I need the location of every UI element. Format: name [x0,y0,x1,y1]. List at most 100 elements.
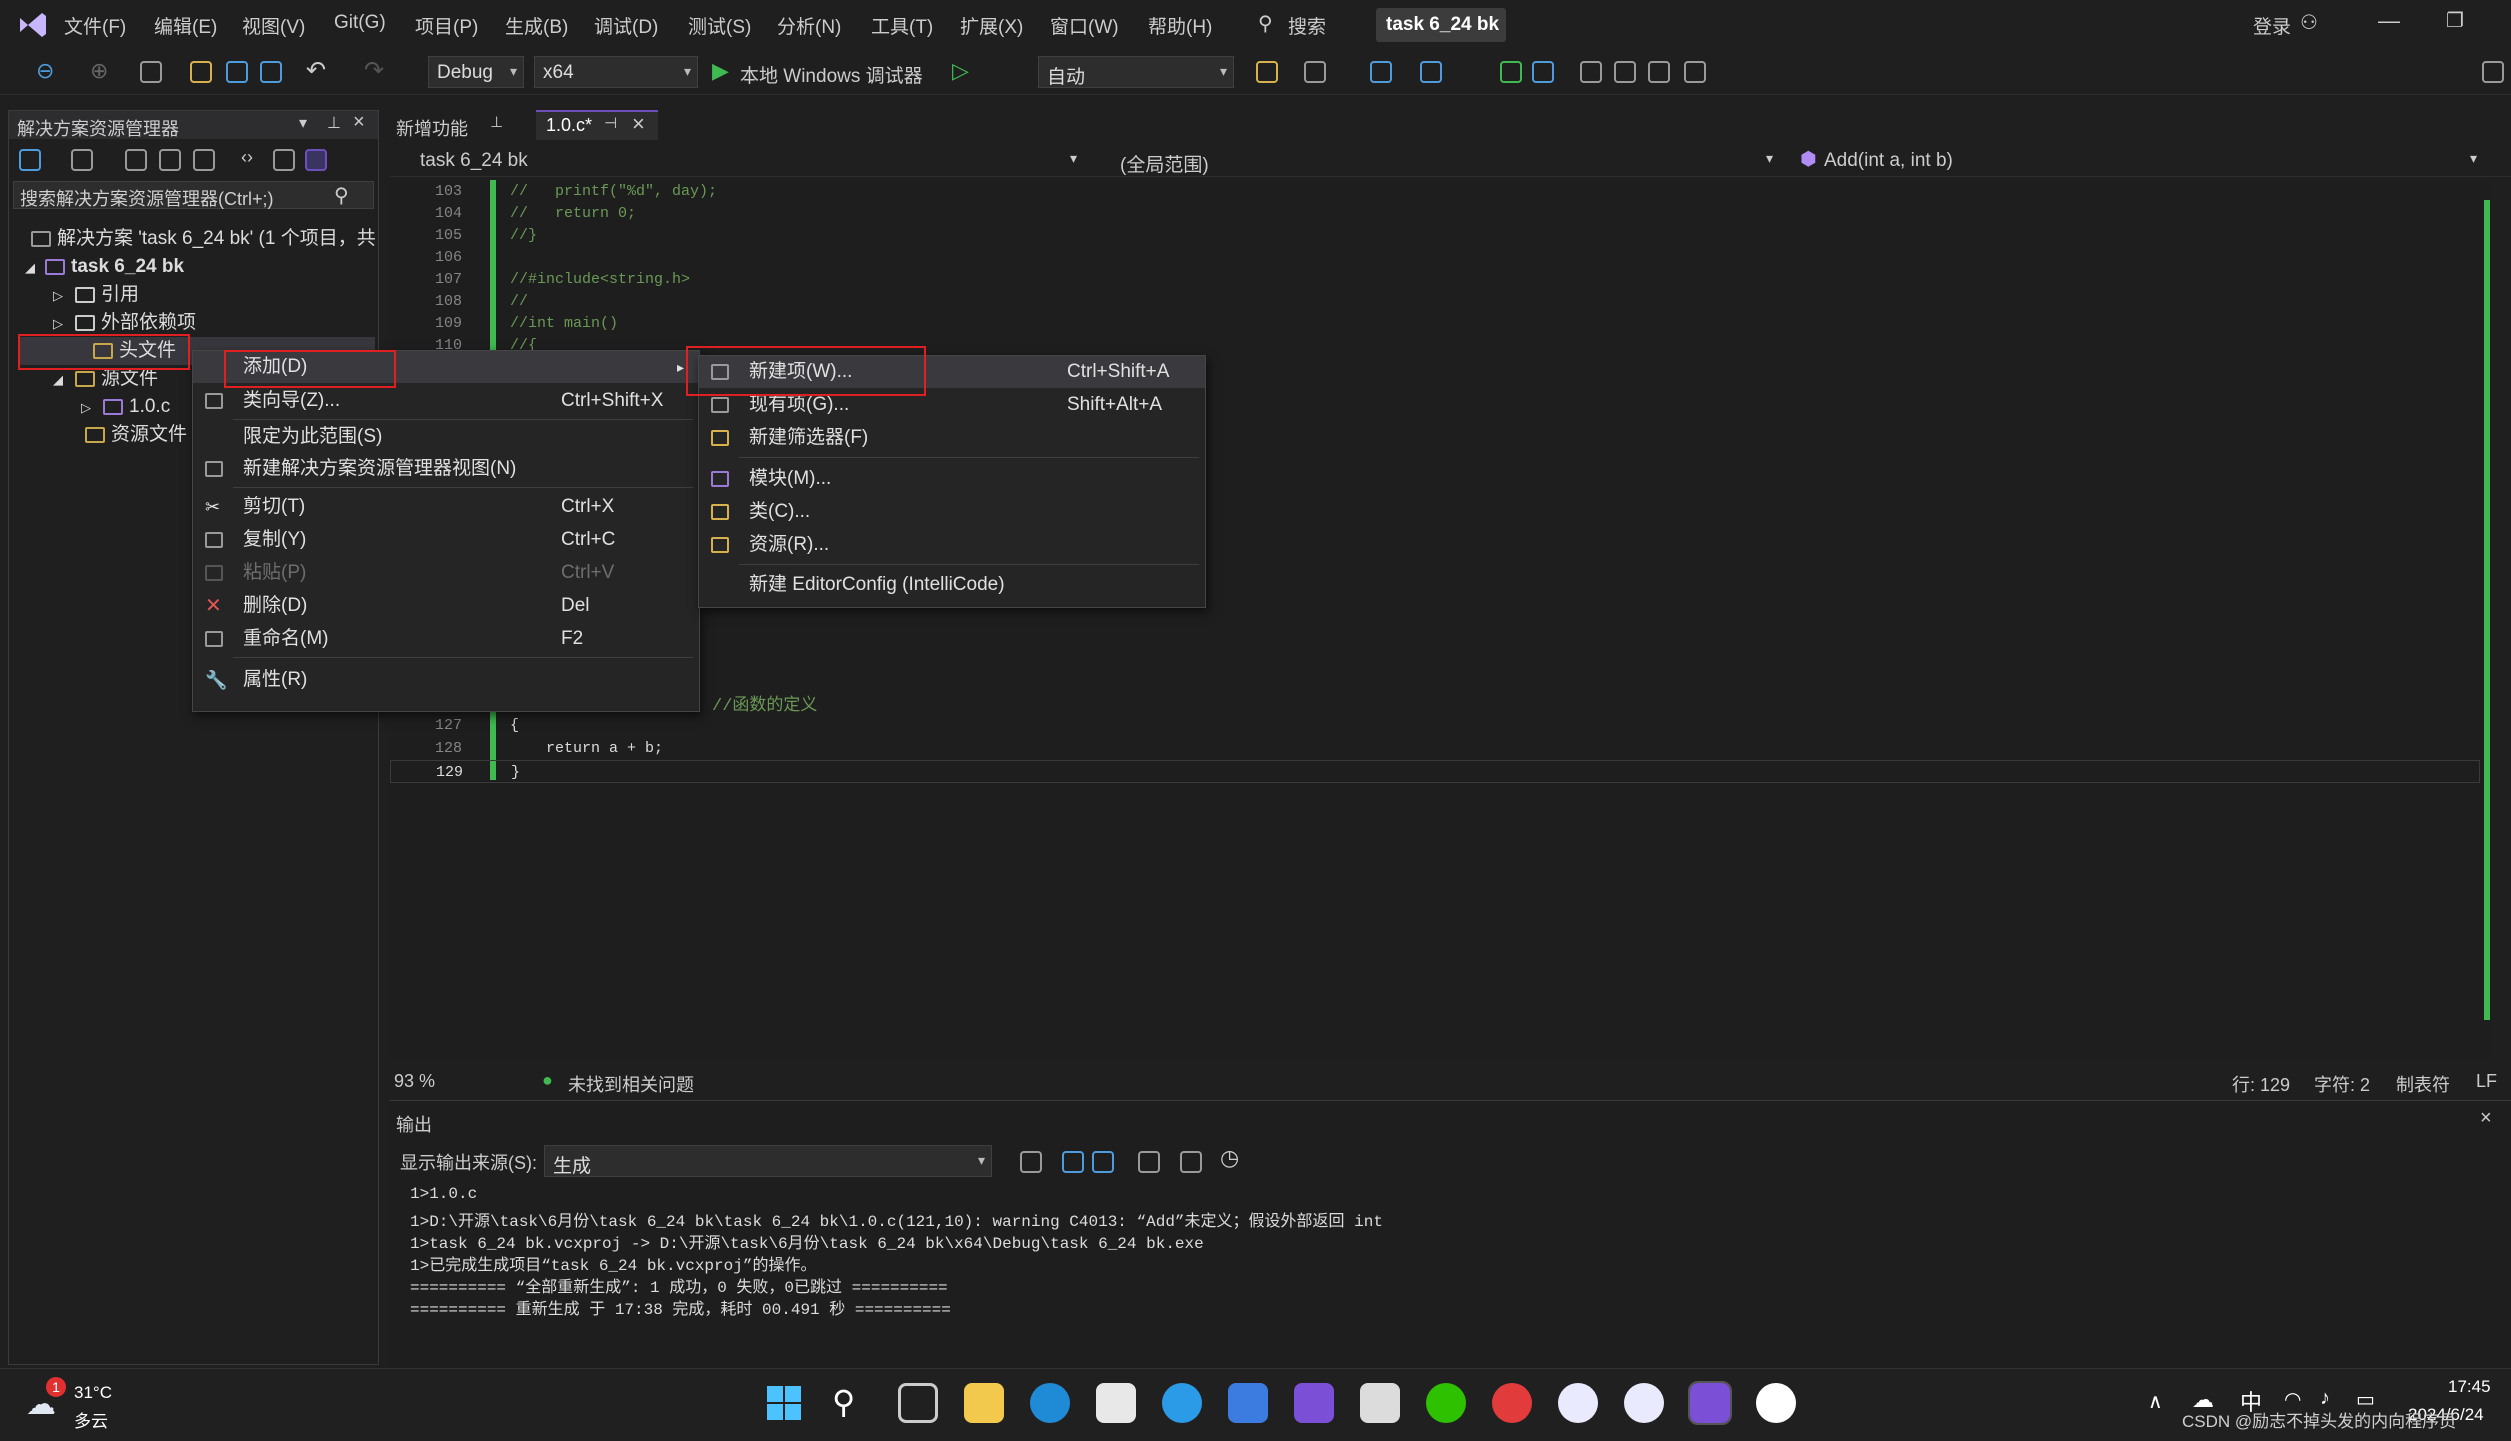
folder-icon[interactable] [1256,61,1278,83]
format-icon[interactable] [1500,61,1522,83]
run-without-debug-icon[interactable]: ▷ [952,58,969,84]
tree-refs-row[interactable]: ▷ 引用 [53,281,139,309]
minimize-icon[interactable]: — [2378,8,2400,34]
collapse-arrow-icon[interactable]: ◢ [53,372,63,387]
menu-item-rename[interactable]: 重命名(M) F2 [193,623,699,655]
next-message-icon[interactable] [1092,1151,1114,1173]
open-folder-icon[interactable] [190,61,212,83]
qq-icon[interactable] [1756,1383,1796,1423]
dropdown-icon[interactable]: ▾ [299,113,307,133]
clock-time[interactable]: 17:45 [2448,1377,2491,1397]
issues-status[interactable]: 未找到相关问题 [568,1071,694,1097]
menu-debug[interactable]: 调试(D) [594,12,658,39]
menu-item-class-wizard[interactable]: 类向导(Z)... Ctrl+Shift+X [193,385,699,417]
preview-icon[interactable] [305,149,327,171]
collapse-icon[interactable] [159,149,181,171]
spell-icon[interactable] [1370,61,1392,83]
clock-icon[interactable]: ◷ [1220,1145,1239,1171]
menu-item-class[interactable]: 类(C)... [699,496,1205,528]
app-icon-a[interactable] [1558,1383,1598,1423]
menu-item-delete[interactable]: ✕ 删除(D) Del [193,590,699,622]
task-view-icon[interactable] [898,1383,938,1423]
comment-icon[interactable] [1532,61,1554,83]
indent-icon[interactable] [1420,61,1442,83]
menu-help[interactable]: 帮助(H) [1148,12,1212,39]
close-icon[interactable]: × [353,111,365,134]
layout-icon[interactable] [1304,61,1326,83]
menu-item-scope[interactable]: 限定为此范围(S) [193,421,699,453]
windows-start-icon[interactable] [764,1383,804,1423]
auto-dropdown[interactable]: 自动 [1038,56,1234,88]
nav-scope-dropdown[interactable]: (全局范围) ▾ [1090,148,1780,176]
visual-studio-active-icon[interactable] [1688,1381,1732,1425]
help-icon[interactable] [1162,1383,1202,1423]
wechat-icon[interactable] [1426,1383,1466,1423]
expand-arrow-icon[interactable]: ▷ [53,316,63,331]
menu-item-new-view[interactable]: 新建解决方案资源管理器视图(N) [193,453,699,485]
config-dropdown[interactable]: Debug [428,56,524,88]
notepad-icon[interactable] [1360,1383,1400,1423]
close-icon[interactable]: × [2480,1107,2492,1130]
close-icon[interactable]: × [632,111,645,137]
menu-item-new-filter[interactable]: 新建筛选器(F) [699,422,1205,454]
menu-test[interactable]: 测试(S) [688,12,751,39]
output-text[interactable]: 1>1.0.c 1>D:\开源\task\6月份\task 6_24 bk\ta… [390,1185,2490,1335]
menu-item-properties[interactable]: 🔧 属性(R) [193,664,699,696]
menu-item-editorconfig[interactable]: 新建 EditorConfig (IntelliCode) [699,569,1205,601]
clear-all-icon[interactable] [1138,1151,1160,1173]
visual-studio-icon[interactable] [1294,1383,1334,1423]
app-icon-b[interactable] [1624,1383,1664,1423]
nav-function-dropdown[interactable]: ⬢ Add(int a, int b) ▾ [1790,148,2480,174]
bookmark-icon[interactable] [1580,61,1602,83]
edge-icon[interactable] [1030,1383,1070,1423]
properties-icon[interactable] [273,149,295,171]
menu-build[interactable]: 生成(B) [505,12,568,39]
tab-file[interactable]: 1.0.c* ⊣ × [536,110,658,140]
nav-project-dropdown[interactable]: task 6_24 bk ▾ [390,148,1080,174]
redo-icon[interactable]: ↷ [364,56,384,85]
line-status[interactable]: 行: 129 [2232,1071,2290,1097]
tree-solution-row[interactable]: 解决方案 'task 6_24 bk' (1 个项目，共 [31,225,376,253]
file-explorer-icon[interactable] [964,1383,1004,1423]
menu-edit[interactable]: 编辑(E) [154,12,217,39]
code-icon[interactable]: ‹› [241,147,253,168]
sync-icon[interactable] [125,149,147,171]
new-project-icon[interactable] [140,61,162,83]
platform-dropdown[interactable]: x64 [534,56,698,88]
search-button[interactable]: ⚲ 搜索 [1258,8,1348,42]
forward-icon[interactable]: ⊕ [90,58,108,84]
menu-analyze[interactable]: 分析(N) [777,12,841,39]
tree-file-row[interactable]: ▷ 1.0.c [81,393,170,421]
solution-search-box[interactable]: 搜索解决方案资源管理器(Ctrl+;) ⚲ [13,181,374,209]
show-all-icon[interactable] [193,149,215,171]
char-status[interactable]: 字符: 2 [2314,1071,2370,1097]
copilot-icon[interactable] [1228,1383,1268,1423]
clear-icon[interactable] [1020,1151,1042,1173]
menu-item-module[interactable]: 模块(M)... [699,463,1205,495]
bookmark-clear-icon[interactable] [1684,61,1706,83]
menu-item-cut[interactable]: ✂ 剪切(T) Ctrl+X [193,491,699,523]
eol-status[interactable]: LF [2476,1071,2497,1092]
output-source-dropdown[interactable]: 生成 [544,1145,992,1177]
menu-git[interactable]: Git(G) [334,12,386,34]
menu-item-copy[interactable]: 复制(Y) Ctrl+C [193,524,699,556]
menu-item-paste[interactable]: 粘贴(P) Ctrl+V [193,557,699,589]
weather-widget[interactable]: ☁ 1 31°C 多云 [26,1377,146,1431]
tab-status[interactable]: 制表符 [2396,1071,2450,1097]
account-icon[interactable]: ⚇ [2300,10,2318,35]
pin-icon[interactable]: ⊣ [604,114,617,132]
bookmark-prev-icon[interactable] [1614,61,1636,83]
login-link[interactable]: 登录 [2253,12,2291,39]
menu-tools[interactable]: 工具(T) [871,12,933,39]
maximize-icon[interactable]: ❐ [2446,8,2464,33]
store-icon[interactable] [1096,1383,1136,1423]
save-all-icon[interactable] [260,61,282,83]
tree-resources-row[interactable]: 资源文件 [85,421,187,449]
search-icon[interactable]: ⚲ [832,1383,855,1421]
back-icon[interactable]: ⊖ [36,58,54,84]
undo-icon[interactable]: ↶ [306,56,326,85]
visual-studio-logo-icon[interactable] [16,10,48,40]
solution-search-input[interactable]: 搜索解决方案资源管理器(Ctrl+;) [20,185,274,211]
code-editor[interactable]: 103 // printf("%d", day); 104 // return 0;… [390,180,2490,1060]
start-debug-button[interactable]: ▶ 本地 Windows 调试器 [712,58,942,88]
